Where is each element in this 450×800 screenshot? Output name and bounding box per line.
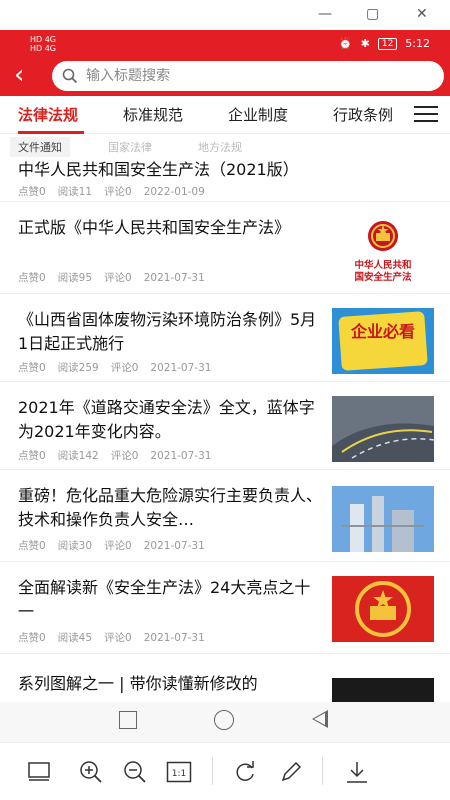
comment-count: 评论0 [104, 186, 132, 198]
pencil-icon[interactable] [278, 759, 304, 785]
menu-icon[interactable] [414, 106, 438, 122]
article-thumbnail: 中华人民共和国安全生产法 [332, 216, 434, 282]
recent-apps-icon[interactable] [119, 711, 137, 729]
alarm-icon: ⏰ [338, 37, 353, 50]
actual-size-icon[interactable]: 1:1 [166, 759, 192, 785]
subtab-national-law[interactable]: 国家法律 [108, 139, 152, 155]
tab-company-rules[interactable]: 企业制度 [228, 104, 288, 125]
list-item[interactable]: 重磅！危化品重大危险源实行主要负责人、技术和操作负责人安全… 点赞0 阅读30 评论… [0, 470, 450, 562]
svg-text:1:1: 1:1 [172, 769, 186, 779]
article-title: 2021年《道路交通安全法》全文，蓝体字为2021年变化内容。 [18, 398, 315, 441]
like-count: 点赞0 [18, 450, 46, 462]
subtab-notices[interactable]: 文件通知 [10, 137, 70, 157]
tab-standards[interactable]: 标准规范 [123, 104, 183, 125]
article-date: 2021-07-31 [143, 632, 205, 644]
category-tabs: 法律法规 标准规范 企业制度 行政条例 [0, 96, 450, 134]
phone-screen: HD 4G HD 4G ⏰ ✱ 12 5:12 ‹ 法律法规 标准规范 企业制度… [0, 30, 450, 742]
article-meta: 点赞0 阅读45 评论0 2021-07-31 [18, 630, 217, 645]
article-meta: 点赞0 阅读259 评论0 2021-07-31 [18, 360, 223, 375]
article-thumbnail [332, 396, 434, 462]
clock: 5:12 [405, 37, 430, 50]
list-item[interactable]: 2021年《道路交通安全法》全文，蓝体字为2021年变化内容。 点赞0 阅读142… [0, 382, 450, 470]
emulator-title-bar: — ▢ ✕ [0, 0, 450, 30]
like-count: 点赞0 [18, 540, 46, 552]
read-count: 阅读11 [57, 186, 93, 198]
list-item[interactable]: 中华人民共和国安全生产法（2021版） 点赞0 阅读11 评论0 2022-01-09 [0, 160, 450, 202]
thumbnail-caption: 中华人民共和国安全生产法 [354, 260, 412, 282]
tab-laws[interactable]: 法律法规 [18, 104, 78, 125]
article-date: 2021-07-31 [143, 540, 205, 552]
read-count: 阅读30 [57, 540, 93, 552]
download-icon[interactable] [344, 759, 370, 785]
signal-line-1: HD 4G [30, 35, 57, 44]
comment-count: 评论0 [110, 362, 139, 374]
maximize-icon[interactable]: ▢ [366, 6, 379, 22]
status-right: ⏰ ✱ 12 5:12 [339, 37, 430, 50]
back-arrow-icon[interactable]: ‹ [14, 62, 24, 88]
article-title: 系列图解之一 | 带你读懂新修改的 [18, 674, 258, 693]
zoom-in-icon[interactable] [78, 759, 104, 785]
article-date: 2021-07-31 [150, 362, 212, 374]
article-title: 《山西省固体废物污染环境防治条例》5月1日起正式施行 [18, 310, 317, 353]
read-count: 阅读45 [57, 632, 93, 644]
battery-icon: 12 [377, 37, 398, 50]
national-emblem-icon [368, 221, 398, 251]
home-icon[interactable] [214, 710, 234, 730]
search-box[interactable] [52, 61, 444, 91]
tab-admin-regulations[interactable]: 行政条例 [333, 104, 401, 125]
article-title: 重磅！危化品重大危险源实行主要负责人、技术和操作负责人安全… [18, 486, 323, 529]
list-item[interactable]: 《山西省固体废物污染环境防治条例》5月1日起正式施行 点赞0 阅读259 评论0 20… [0, 294, 450, 382]
comment-count: 评论0 [110, 450, 139, 462]
toolbar-divider [322, 757, 323, 785]
national-emblem-icon [332, 576, 434, 642]
comment-count: 评论0 [104, 540, 132, 552]
zoom-out-icon[interactable] [122, 759, 148, 785]
article-title: 正式版《中华人民共和国安全生产法》 [18, 218, 291, 237]
comment-count: 评论0 [104, 272, 132, 284]
article-meta: 点赞0 阅读142 评论0 2021-07-31 [18, 448, 223, 463]
bluetooth-icon: ✱ [360, 37, 370, 50]
close-icon[interactable]: ✕ [416, 6, 428, 22]
road-photo [332, 396, 434, 462]
list-item[interactable]: 正式版《中华人民共和国安全生产法》 点赞0 阅读95 评论0 2021-07-31 中… [0, 206, 450, 294]
article-date: 2021-07-31 [150, 450, 212, 462]
article-meta: 点赞0 阅读95 评论0 2021-07-31 [18, 270, 217, 285]
signal-indicators: HD 4G HD 4G [30, 35, 56, 53]
comment-count: 评论0 [104, 632, 132, 644]
thumbnail-caption: 企业必看 [350, 322, 415, 341]
viewer-toolbar: 1:1 [0, 742, 450, 800]
article-thumbnail [332, 576, 434, 642]
toolbar-divider [212, 757, 213, 785]
article-thumbnail [332, 486, 434, 552]
article-title: 中华人民共和国安全生产法（2021版） [18, 160, 299, 179]
app-bar: ‹ [0, 58, 450, 96]
chemical-plant-photo [332, 486, 434, 552]
article-meta: 点赞0 阅读30 评论0 2021-07-31 [18, 538, 217, 553]
status-bar: HD 4G HD 4G ⏰ ✱ 12 5:12 [0, 30, 450, 58]
signal-line-2: HD 4G [30, 44, 57, 53]
read-count: 阅读95 [57, 272, 93, 284]
search-icon [62, 68, 78, 84]
article-date: 2022-01-09 [143, 186, 205, 198]
read-count: 阅读142 [57, 450, 99, 462]
like-count: 点赞0 [18, 632, 46, 644]
back-icon[interactable] [312, 710, 328, 728]
minimize-icon[interactable]: — [318, 6, 332, 22]
subtab-local-regulations[interactable]: 地方法规 [198, 139, 242, 155]
like-count: 点赞0 [18, 186, 46, 198]
article-thumbnail: 企业必看 [332, 308, 434, 374]
read-count: 阅读259 [57, 362, 99, 374]
fit-page-icon[interactable] [26, 759, 52, 785]
like-count: 点赞0 [18, 272, 46, 284]
android-nav-bar [0, 702, 450, 742]
article-meta: 点赞0 阅读11 评论0 2022-01-09 [18, 184, 217, 199]
like-count: 点赞0 [18, 362, 46, 374]
article-date: 2021-07-31 [143, 272, 205, 284]
rotate-icon[interactable] [232, 759, 258, 785]
search-input[interactable] [86, 68, 386, 84]
list-item[interactable]: 全面解读新《安全生产法》24大亮点之十一 点赞0 阅读45 评论0 2021-07-3… [0, 562, 450, 654]
article-title: 全面解读新《安全生产法》24大亮点之十一 [18, 578, 311, 621]
